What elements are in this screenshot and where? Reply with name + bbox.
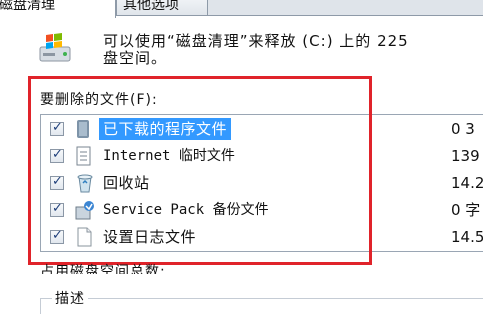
list-item-label: Service Pack 备份文件 bbox=[103, 202, 269, 218]
list-item-service-pack-backup[interactable]: Service Pack 备份文件 0 字 bbox=[41, 198, 483, 222]
disk-cleanup-icon bbox=[39, 33, 71, 62]
list-item-label: 回收站 bbox=[103, 174, 150, 192]
list-item-size: 14.2 bbox=[451, 174, 483, 192]
folder-icon bbox=[77, 120, 89, 138]
total-space-label: 占用磁盘空间总数: bbox=[40, 264, 166, 274]
blank-document-icon bbox=[77, 227, 92, 247]
list-item-setup-log-files[interactable]: 设置日志文件 14.5 bbox=[41, 225, 483, 249]
checkbox[interactable] bbox=[50, 228, 64, 244]
list-item-size: 14.5 bbox=[451, 228, 483, 246]
files-to-delete-label: 要删除的文件(F): bbox=[40, 92, 158, 108]
list-item-size: 0 3 bbox=[451, 120, 475, 138]
list-item-label: 设置日志文件 bbox=[103, 228, 197, 246]
list-item-downloaded-program-files[interactable]: 已下载的程序文件 0 3 bbox=[41, 117, 483, 141]
files-listbox[interactable]: 已下载的程序文件 0 3 Internet 临时文件 139 回收站 14.2 … bbox=[40, 114, 483, 252]
list-item-label: Internet 临时文件 bbox=[103, 148, 235, 164]
list-item-size: 0 字 bbox=[451, 201, 481, 219]
intro-text: 可以使用“磁盘清理”来释放 (C:) 上的 225 盘空间。 bbox=[103, 33, 483, 67]
tab-strip: 磁盘清理 其他选项 bbox=[0, 0, 483, 18]
checkbox[interactable] bbox=[50, 147, 64, 163]
list-item-internet-temp-files[interactable]: Internet 临时文件 139 bbox=[41, 144, 483, 168]
setup-package-icon bbox=[75, 201, 94, 220]
recycle-bin-icon bbox=[77, 174, 93, 193]
description-groupbox bbox=[40, 298, 483, 314]
list-item-size: 139 bbox=[451, 147, 480, 165]
intro-line-2: 盘空间。 bbox=[103, 49, 168, 67]
checkbox[interactable] bbox=[50, 120, 64, 136]
checkbox[interactable] bbox=[50, 201, 64, 217]
intro-line-1: 可以使用“磁盘清理”来释放 (C:) 上的 225 bbox=[103, 32, 409, 50]
tab-disk-cleanup[interactable]: 磁盘清理 bbox=[0, 0, 116, 18]
tab-more-options[interactable]: 其他选项 bbox=[116, 0, 208, 16]
description-title: 描述 bbox=[52, 288, 88, 308]
document-icon bbox=[76, 146, 91, 166]
list-item-label: 已下载的程序文件 bbox=[99, 118, 232, 140]
list-item-recycle-bin[interactable]: 回收站 14.2 bbox=[41, 171, 483, 195]
checkbox[interactable] bbox=[50, 174, 64, 190]
